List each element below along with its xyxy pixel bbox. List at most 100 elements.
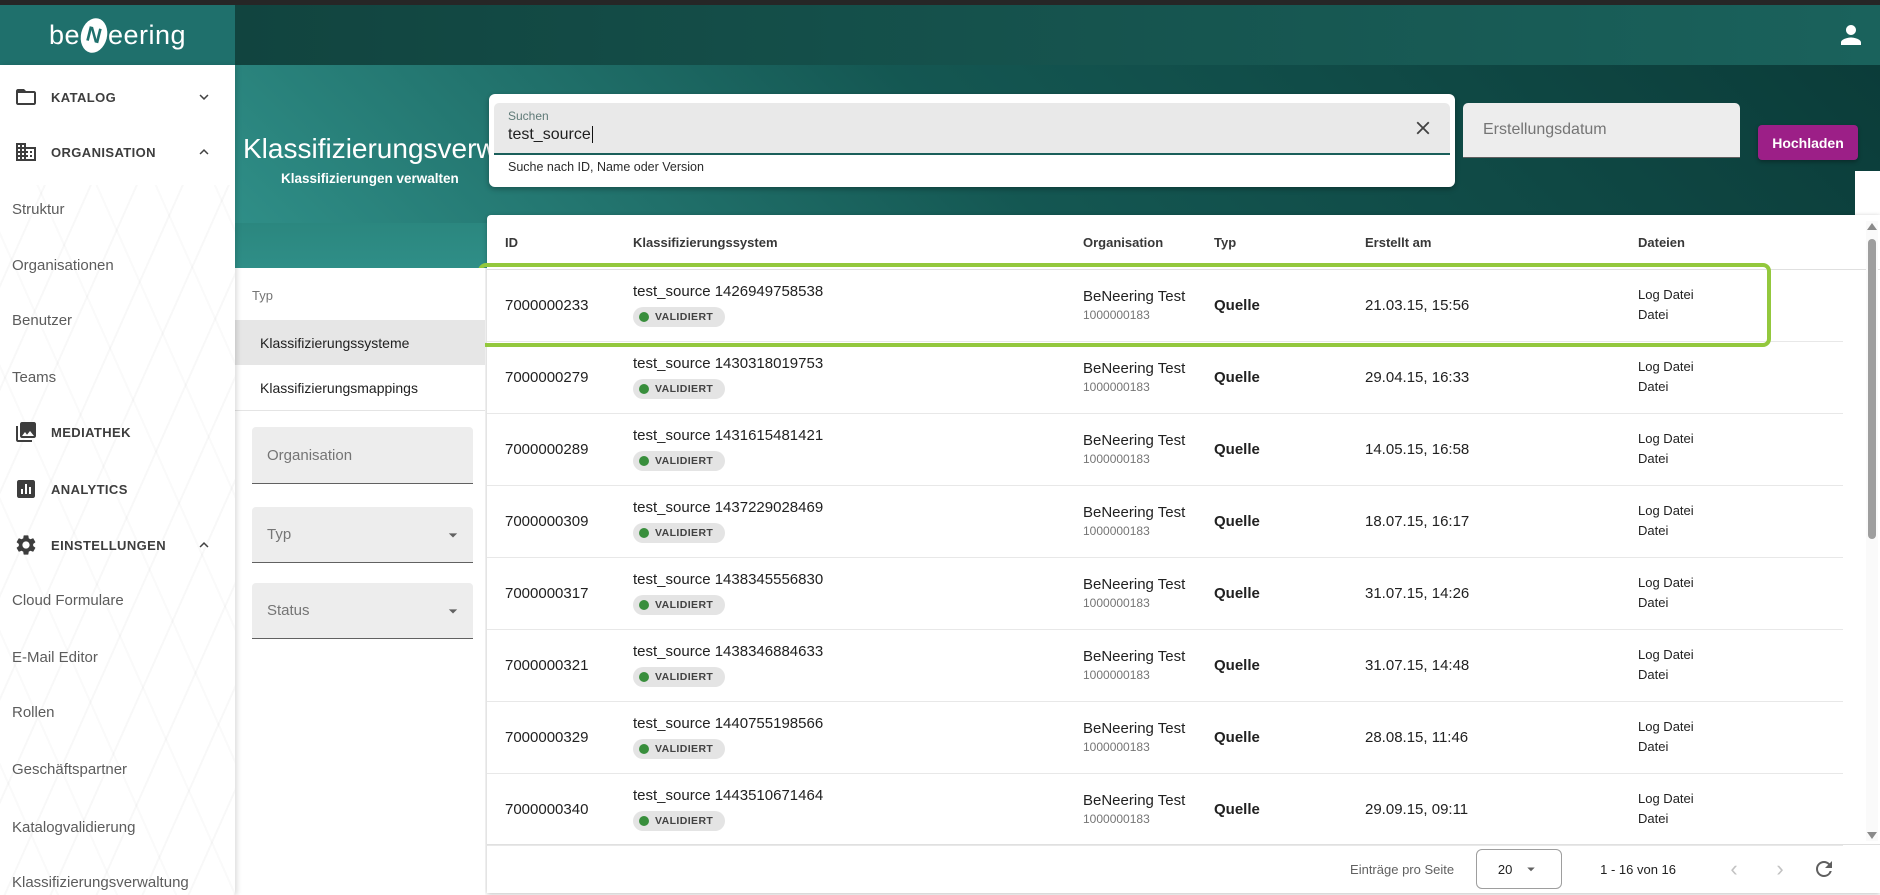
status-badge: VALIDIERT xyxy=(633,739,726,759)
refresh-icon[interactable] xyxy=(1812,857,1836,881)
table-scrollbar[interactable] xyxy=(1866,221,1878,841)
sidebar-item-organisation[interactable]: ORGANISATION xyxy=(0,132,235,172)
chevron-up-icon[interactable] xyxy=(195,536,213,554)
cell-typ: Quelle xyxy=(1214,512,1260,530)
clear-search-icon[interactable] xyxy=(1412,117,1434,139)
banner-white-gap xyxy=(1855,171,1880,215)
table-row[interactable]: 7000000340 test_source 1443510671464 VALID… xyxy=(487,773,1843,846)
upload-button[interactable]: Hochladen xyxy=(1758,125,1858,160)
file-link-datei[interactable]: Datei xyxy=(1638,449,1694,469)
cell-files: Log Datei Datei xyxy=(1638,269,1694,341)
file-link-log-datei[interactable]: Log Datei xyxy=(1638,357,1694,377)
cell-classification-system: test_source 1438345556830 VALIDIERT xyxy=(633,557,823,629)
table-row[interactable]: 7000000329 test_source 1440755198566 VALID… xyxy=(487,701,1843,774)
sidebar-item-label: ORGANISATION xyxy=(51,144,156,160)
sidebar-item-organisationen[interactable]: Organisationen xyxy=(0,245,235,285)
filter-panel: Typ Klassifizierungssysteme Klassifizieru… xyxy=(235,268,485,895)
status-badge: VALIDIERT xyxy=(633,307,726,327)
table-row[interactable]: 7000000309 test_source 1437229028469 VALID… xyxy=(487,485,1843,558)
column-header-erstellt-am: Erstellt am xyxy=(1365,235,1432,250)
table-header-row: ID Klassifizierungssystem Organisation Typ E… xyxy=(487,215,1880,270)
file-link-log-datei[interactable]: Log Datei xyxy=(1638,573,1694,593)
sidebar-item-label: ANALYTICS xyxy=(51,481,128,497)
sidebar-item-rollen[interactable]: Rollen xyxy=(0,692,235,732)
file-link-datei[interactable]: Datei xyxy=(1638,737,1694,757)
table-row[interactable]: 7000000317 test_source 1438345556830 VALID… xyxy=(487,557,1843,630)
cell-typ: Quelle xyxy=(1214,728,1260,746)
status-badge: VALIDIERT xyxy=(633,451,726,471)
field-placeholder: Status xyxy=(267,602,310,619)
cell-organisation: BeNeering Test 1000000183 xyxy=(1083,792,1186,826)
cell-typ: Quelle xyxy=(1214,800,1260,818)
sidebar-item-klassifizierungsverwaltung[interactable]: Klassifizierungsverwaltung xyxy=(0,862,235,895)
status-filter-select[interactable]: Status xyxy=(252,583,473,639)
filter-tab-klassifizierungssysteme[interactable]: Klassifizierungssysteme xyxy=(235,320,485,365)
file-link-datei[interactable]: Datei xyxy=(1638,665,1694,685)
file-link-datei[interactable]: Datei xyxy=(1638,593,1694,613)
search-input[interactable]: Suchen test_source xyxy=(494,103,1450,155)
sidebar-item-geschäftspartner[interactable]: Geschäftspartner xyxy=(0,749,235,789)
cell-id: 7000000321 xyxy=(505,656,589,674)
file-link-log-datei[interactable]: Log Datei xyxy=(1638,285,1694,305)
file-link-datei[interactable]: Datei xyxy=(1638,377,1694,397)
sidebar-item-katalogvalidierung[interactable]: Katalogvalidierung xyxy=(0,807,235,847)
chevron-down-icon[interactable] xyxy=(195,88,213,106)
cell-typ: Quelle xyxy=(1214,296,1260,314)
table-row[interactable]: 7000000321 test_source 1438346884633 VALID… xyxy=(487,629,1843,702)
logo-block[interactable]: be Neering xyxy=(0,5,235,65)
sidebar-item-einstellungen[interactable]: EINSTELLUNGEN xyxy=(0,525,235,565)
table-row[interactable]: 7000000289 test_source 1431615481421 VALID… xyxy=(487,413,1843,486)
file-link-log-datei[interactable]: Log Datei xyxy=(1638,645,1694,665)
beneering-logo: be Neering xyxy=(49,14,186,56)
sidebar-item-e-mail-editor[interactable]: E-Mail Editor xyxy=(0,637,235,677)
file-link-log-datei[interactable]: Log Datei xyxy=(1638,717,1694,737)
validated-dot-icon xyxy=(639,456,649,466)
sidebar-item-struktur[interactable]: Struktur xyxy=(0,189,235,229)
sidebar-item-cloud-formulare[interactable]: Cloud Formulare xyxy=(0,580,235,620)
table-row[interactable]: 7000000279 test_source 1430318019753 VALID… xyxy=(487,341,1843,414)
file-link-datei[interactable]: Datei xyxy=(1638,809,1694,829)
cell-id: 7000000233 xyxy=(505,296,589,314)
previous-page-button[interactable]: ‹ xyxy=(1720,855,1748,883)
sidebar-item-label: Teams xyxy=(12,368,57,386)
scroll-down-arrow-icon[interactable] xyxy=(1867,832,1877,839)
column-header-organisation: Organisation xyxy=(1083,235,1164,250)
sidebar-item-katalog[interactable]: KATALOG xyxy=(0,77,235,117)
table-footer: Einträge pro Seite 20 1 - 16 von 16 ‹ › xyxy=(487,844,1880,893)
per-page-select[interactable]: 20 xyxy=(1476,849,1563,889)
cell-organisation: BeNeering Test 1000000183 xyxy=(1083,288,1186,322)
scroll-up-arrow-icon[interactable] xyxy=(1867,223,1877,230)
file-link-log-datei[interactable]: Log Datei xyxy=(1638,501,1694,521)
sidebar-item-analytics[interactable]: ANALYTICS xyxy=(0,469,235,509)
chevron-up-icon[interactable] xyxy=(195,143,213,161)
cell-organisation: BeNeering Test 1000000183 xyxy=(1083,648,1186,682)
cell-created-at: 29.09.15, 09:11 xyxy=(1365,800,1469,818)
file-link-datei[interactable]: Datei xyxy=(1638,521,1694,541)
table-row[interactable]: 7000000233 test_source 1426949758538 VALID… xyxy=(487,269,1843,342)
sidebar-item-label: Benutzer xyxy=(12,311,73,329)
file-link-log-datei[interactable]: Log Datei xyxy=(1638,789,1694,809)
sidebar-item-label: MEDIATHEK xyxy=(51,424,131,440)
organisation-icon xyxy=(14,140,38,164)
next-page-button[interactable]: › xyxy=(1766,855,1794,883)
search-helper-text: Suche nach ID, Name oder Version xyxy=(508,160,704,174)
cell-classification-system: test_source 1438346884633 VALIDIERT xyxy=(633,629,823,701)
cell-created-at: 21.03.15, 15:56 xyxy=(1365,296,1470,314)
sidebar-item-teams[interactable]: Teams xyxy=(0,357,235,397)
cell-created-at: 14.05.15, 16:58 xyxy=(1365,440,1470,458)
filter-section-label: Typ xyxy=(252,288,273,303)
sidebar-item-benutzer[interactable]: Benutzer xyxy=(0,300,235,340)
file-link-datei[interactable]: Datei xyxy=(1638,305,1694,325)
user-account-icon[interactable] xyxy=(1836,20,1866,50)
column-header-klassifizierungssystem: Klassifizierungssystem xyxy=(633,235,778,250)
organisation-filter-input[interactable]: Organisation xyxy=(252,427,473,484)
typ-filter-select[interactable]: Typ xyxy=(252,507,473,563)
filter-tab-klassifizierungsmappings[interactable]: Klassifizierungsmappings xyxy=(235,365,485,410)
validated-dot-icon xyxy=(639,672,649,682)
sidebar-item-mediathek[interactable]: MEDIATHEK xyxy=(0,412,235,452)
status-badge: VALIDIERT xyxy=(633,667,726,687)
file-link-log-datei[interactable]: Log Datei xyxy=(1638,429,1694,449)
scrollbar-thumb[interactable] xyxy=(1868,239,1876,539)
column-header-dateien: Dateien xyxy=(1638,235,1685,250)
creation-date-filter[interactable]: Erstellungsdatum xyxy=(1463,103,1740,158)
